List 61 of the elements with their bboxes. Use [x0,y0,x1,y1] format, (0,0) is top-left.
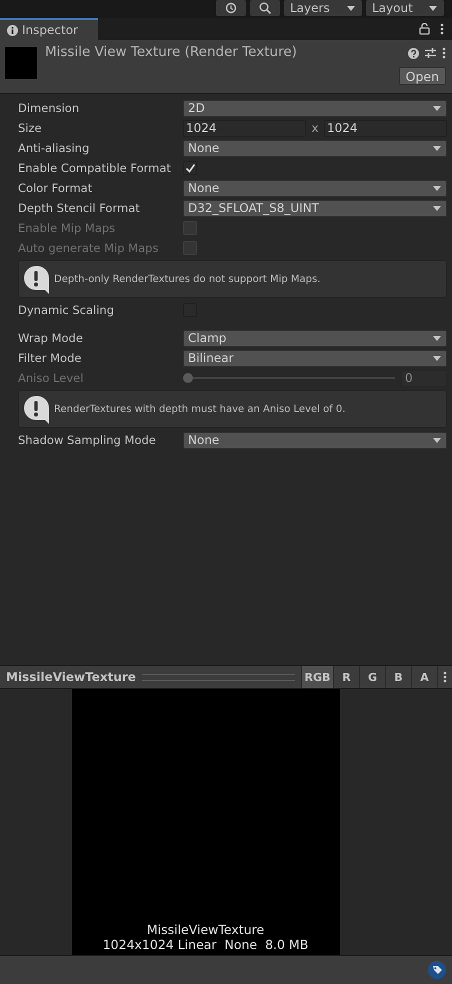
property-label: Shadow Sampling Mode [18,433,157,447]
more-icon[interactable] [443,671,447,683]
caret-icon [432,184,442,192]
property-label: Wrap Mode [18,331,84,345]
dropdown[interactable]: None [183,432,447,448]
texture-info: 1024x1024 Linear None 8.0 MB [102,937,308,952]
dropdown[interactable]: None [183,180,447,196]
dropdown[interactable]: Clamp [183,330,447,346]
property-label: Auto generate Mip Maps [18,241,160,255]
property-label: Color Format [18,181,94,195]
caret-icon [428,4,438,12]
width-field[interactable]: 1024 [183,120,306,136]
property-label: Dynamic Scaling [18,303,116,317]
caret-icon [432,104,442,112]
property-label: Enable Compatible Format [18,161,172,175]
layers-dropdown[interactable]: Layers [284,0,362,16]
property-label: Dimension [18,101,80,115]
more-icon[interactable] [442,47,446,59]
dropdown[interactable]: None [183,140,447,156]
size-separator: x [310,121,320,135]
channel-button[interactable]: RGB [301,666,333,688]
dropdown[interactable]: Bilinear [183,350,447,366]
checkbox[interactable] [183,161,197,175]
caret-icon [432,144,442,152]
warning-icon [23,264,50,294]
texture-thumbnail [5,47,37,79]
property-label: Size [18,121,43,135]
lock-icon[interactable] [419,23,430,35]
caret-icon [432,334,442,342]
search-icon [259,2,271,14]
tag-icon[interactable] [428,961,446,979]
property-label: Enable Mip Maps [18,221,116,235]
help-text: RenderTextures with depth must have an Aniso Level of 0. [54,404,346,414]
property-label: Aniso Level [18,371,84,385]
asset-title: Missile View Texture (Render Texture) [45,44,298,62]
caret-icon [432,204,442,212]
info-icon [7,24,18,36]
caret-icon [432,354,442,362]
property-label: Anti-aliasing [18,141,90,155]
presets-icon[interactable] [425,47,436,59]
dropdown[interactable]: D32_SFLOAT_S8_UINT [183,200,447,216]
checkmark-icon [184,163,196,173]
inspector-tab[interactable]: Inspector [0,18,98,40]
more-icon[interactable] [440,23,444,35]
help-icon[interactable] [408,48,419,58]
help-text: Depth-only RenderTextures do not support Mip Maps. [54,274,320,284]
texture-name: MissileViewTexture [146,922,264,937]
layout-dropdown[interactable]: Layout [366,0,444,16]
height-field[interactable]: 1024 [324,120,447,136]
property-label: Filter Mode [18,351,82,365]
search-button[interactable] [250,0,280,16]
open-button[interactable]: Open [398,67,446,85]
history-button[interactable] [216,0,246,16]
preview-title: MissileViewTexture [5,669,136,686]
property-label: Depth Stencil Format [18,201,141,215]
caret-icon [432,436,442,444]
warning-icon [23,394,50,424]
slider[interactable] [183,371,395,385]
dropdown[interactable]: 2D [183,100,447,116]
history-icon [225,2,237,14]
caret-icon [346,4,356,12]
